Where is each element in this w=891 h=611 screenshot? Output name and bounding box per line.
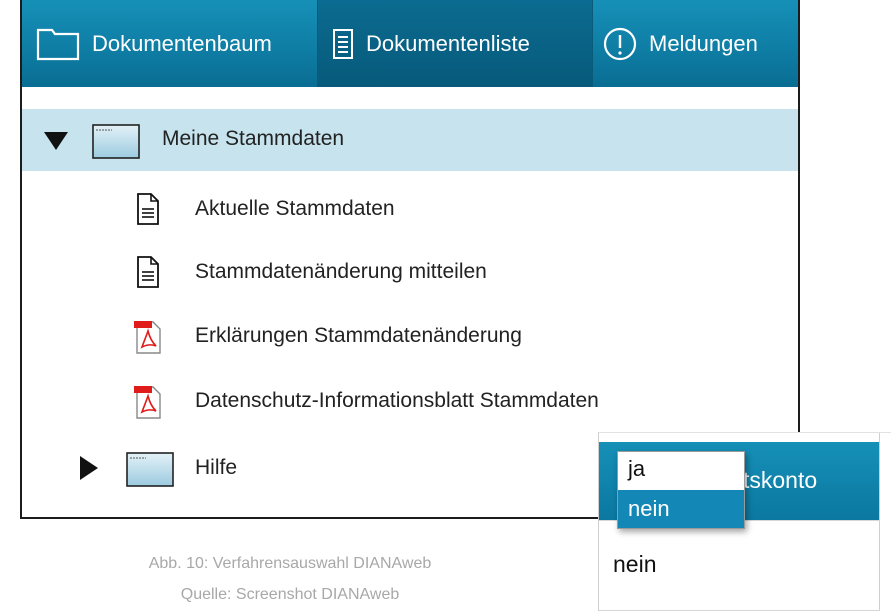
- expand-arrow-down-icon[interactable]: [44, 132, 68, 156]
- tree-node-aktuelle-stammdaten[interactable]: Aktuelle Stammdaten: [22, 178, 798, 240]
- dropdown-option-ja[interactable]: ja: [618, 452, 744, 490]
- tree-node-datenschutz-informationsblatt[interactable]: Datenschutz-Informationsblatt Stammdaten: [22, 370, 798, 432]
- tree-node-label: Datenschutz-Informationsblatt Stammdaten: [195, 389, 599, 412]
- tab-label: Dokumentenbaum: [92, 30, 272, 56]
- exclamation-circle-icon: [603, 27, 637, 61]
- tab-dokumentenbaum[interactable]: Dokumentenbaum: [22, 0, 317, 87]
- document-list-icon: [332, 28, 354, 60]
- document-icon: [136, 255, 160, 295]
- tab-bar: Dokumentenbaum Dokumentenliste Meldungen: [22, 0, 798, 87]
- dropdown-inset: tskonto nein ja nein: [598, 432, 891, 611]
- column-header-label: tskonto: [743, 467, 818, 493]
- folder-icon: [36, 27, 80, 61]
- figure-source: Quelle: Screenshot DIANAweb: [180, 586, 400, 603]
- tab-dokumentenliste[interactable]: Dokumentenliste: [317, 0, 593, 87]
- tree-node-erklaerungen-stammdatenaenderung[interactable]: Erklärungen Stammdatenänderung: [22, 305, 798, 367]
- tree-node-meine-stammdaten[interactable]: Meine Stammdaten: [22, 109, 798, 171]
- tab-label: Dokumentenliste: [366, 30, 530, 56]
- document-icon: [136, 192, 160, 232]
- folder-icon: [126, 451, 174, 493]
- folder-icon: [92, 123, 140, 165]
- tab-label: Meldungen: [649, 30, 758, 56]
- tree-node-label: Erklärungen Stammdatenänderung: [195, 324, 522, 347]
- tree-node-label: Hilfe: [195, 456, 238, 479]
- pdf-icon: [134, 384, 162, 426]
- pdf-icon: [134, 319, 162, 361]
- tree-node-label: Meine Stammdaten: [162, 127, 345, 150]
- select-dropdown-list[interactable]: ja nein: [617, 451, 745, 529]
- tree-node-label: Stammdatenänderung mitteilen: [195, 260, 487, 283]
- figure-caption: Abb. 10: Verfahrensauswahl DIANAweb: [148, 555, 432, 572]
- cell-value: nein: [613, 551, 657, 577]
- table-cell[interactable]: nein: [599, 520, 880, 611]
- tab-meldungen[interactable]: Meldungen: [593, 0, 798, 87]
- dropdown-option-nein[interactable]: nein: [618, 490, 744, 528]
- tree-node-stammdatenaenderung-mitteilen[interactable]: Stammdatenänderung mitteilen: [22, 241, 798, 303]
- expand-arrow-right-icon[interactable]: [80, 456, 98, 486]
- tree-node-label: Aktuelle Stammdaten: [195, 197, 395, 220]
